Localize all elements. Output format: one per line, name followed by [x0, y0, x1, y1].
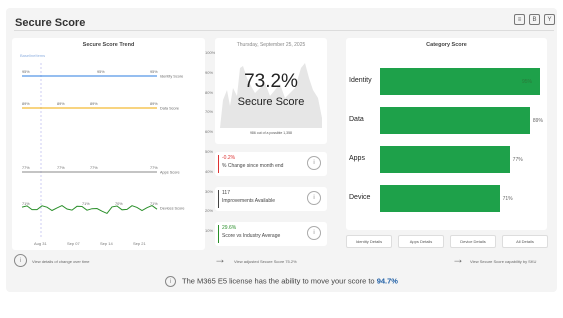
- category-value: 95%: [522, 79, 533, 85]
- trend-data-label: 77%: [22, 166, 30, 170]
- y-tick-label: 50%: [205, 149, 214, 154]
- trend-data-label: 71%: [22, 202, 30, 206]
- header-toolbar: ≡ B Y: [514, 14, 555, 25]
- y-tick-label: 80%: [205, 89, 214, 95]
- trend-data-label: 89%: [90, 102, 98, 106]
- y-tick-label: 10%: [205, 228, 214, 234]
- category-label: Data: [349, 116, 364, 123]
- category-bar: [380, 68, 540, 95]
- filter-icon[interactable]: Y: [544, 14, 555, 25]
- license-text: The M365 E5 license has the ability to m…: [181, 276, 375, 286]
- y-tick-label: 60%: [205, 129, 214, 135]
- info-icon[interactable]: i: [307, 156, 321, 170]
- page-title: Secure Score: [15, 17, 86, 29]
- kpi-label: Score vs Industry Average: [222, 233, 281, 239]
- category-label: Apps: [349, 155, 365, 162]
- info-icon[interactable]: i: [307, 191, 321, 205]
- y-tick-label: 70%: [205, 109, 214, 115]
- trend-chart: 95% 95% 95%Identity Score89% 89% 89% 89%Data …: [21, 63, 184, 238]
- category-bar: [380, 146, 510, 173]
- identity-details-button[interactable]: Identity Details: [346, 235, 392, 248]
- secure-score-frame: Secure Score ≡ B Y Secure Score Trend Ba…: [0, 0, 563, 318]
- kpi-value: -0.2%: [222, 155, 236, 161]
- trend-data-label: 89%: [22, 102, 30, 106]
- y-tick-label: 90%: [205, 69, 214, 75]
- kpi-improvements: 117 Improvements Available i: [215, 187, 327, 211]
- trend-data-label: 77%: [90, 166, 98, 170]
- score-points: 986 out of a possible 1,358: [249, 131, 293, 135]
- list-icon[interactable]: ≡: [514, 14, 525, 25]
- trend-series-name: Identity Score: [160, 75, 183, 79]
- trend-data-label: 77%: [57, 166, 65, 170]
- kpi-change: -0.2% % Change since month end i: [215, 152, 327, 176]
- info-icon[interactable]: i: [14, 254, 27, 267]
- license-banner: i The M365 E5 license has the ability to…: [0, 276, 563, 287]
- category-bar: [380, 185, 500, 212]
- trend-series-name: Apps Score: [160, 171, 180, 175]
- score-footer-link[interactable]: View adjusted Secure Score 75.2%: [234, 259, 297, 264]
- arrow-right-icon: →: [452, 252, 464, 266]
- category-value: 89%: [532, 118, 543, 124]
- y-tick-label: 40%: [205, 168, 214, 174]
- trend-panel: Secure Score Trend BaselineItems 95% 95% 9…: [12, 38, 205, 250]
- device-details-button[interactable]: Device Details: [450, 235, 496, 248]
- title-divider: [14, 30, 554, 31]
- category-bar: [380, 107, 530, 134]
- trend-data-label: 71%: [150, 202, 158, 206]
- trend-x-label: Sep 21: [133, 241, 146, 246]
- kpi-accent: [218, 225, 219, 243]
- secure-score-panel: Thursday, September 25, 2025 73.2% Secur…: [215, 38, 327, 144]
- trend-line-devices-score: [21, 205, 158, 215]
- kpi-label: Improvements Available: [222, 198, 275, 204]
- info-icon[interactable]: i: [307, 226, 321, 240]
- category-title: Category Score: [426, 42, 467, 48]
- trend-data-label: 89%: [57, 102, 65, 106]
- category-value: 77%: [512, 157, 523, 163]
- license-value: 94.7%: [376, 276, 398, 286]
- kpi-value: 29.6%: [222, 225, 237, 231]
- trend-data-label: 95%: [97, 70, 105, 74]
- kpi-industry: 29.6% Score vs Industry Average i: [215, 222, 327, 246]
- category-value: 71%: [502, 196, 513, 202]
- kpi-accent: [218, 155, 219, 173]
- trend-x-label: Sep 14: [100, 241, 113, 246]
- category-label: Device: [349, 194, 371, 201]
- y-tick-label: 20%: [205, 208, 214, 214]
- trend-x-label: Aug 31: [34, 241, 47, 246]
- trend-data-label: 95%: [22, 70, 30, 74]
- trend-x-label: Sep 07: [67, 241, 80, 246]
- category-footer-link[interactable]: View Secure Score capability by SKU: [470, 259, 536, 264]
- trend-data-label: 89%: [150, 102, 158, 106]
- category-label: Identity: [349, 77, 372, 84]
- trend-series-name: Devices Score: [160, 207, 184, 211]
- bold-icon[interactable]: B: [529, 14, 540, 25]
- apps-details-button[interactable]: Apps Details: [398, 235, 444, 248]
- all-details-button[interactable]: All Details: [502, 235, 548, 248]
- score-label: Secure Score: [237, 96, 305, 108]
- info-icon[interactable]: i: [165, 276, 177, 287]
- trend-data-label: 95%: [150, 70, 158, 74]
- kpi-value: 117: [222, 190, 230, 196]
- kpi-label: % Change since month end: [222, 163, 284, 169]
- trend-data-label: 71%: [82, 202, 90, 206]
- trend-footer-link[interactable]: View details of change over time: [32, 259, 90, 264]
- y-tick-label: 100%: [205, 50, 216, 55]
- category-panel: Category Score Identity 95% Data 89% Apps 77%…: [346, 38, 547, 230]
- trend-data-label: 77%: [150, 166, 158, 170]
- arrow-right-icon: →: [214, 252, 226, 266]
- y-tick-label: 30%: [205, 188, 214, 194]
- kpi-accent: [218, 190, 219, 208]
- trend-data-label: 70%: [115, 202, 123, 206]
- score-value: 73.2%: [244, 71, 298, 92]
- trend-series-name: Data Score: [160, 107, 179, 111]
